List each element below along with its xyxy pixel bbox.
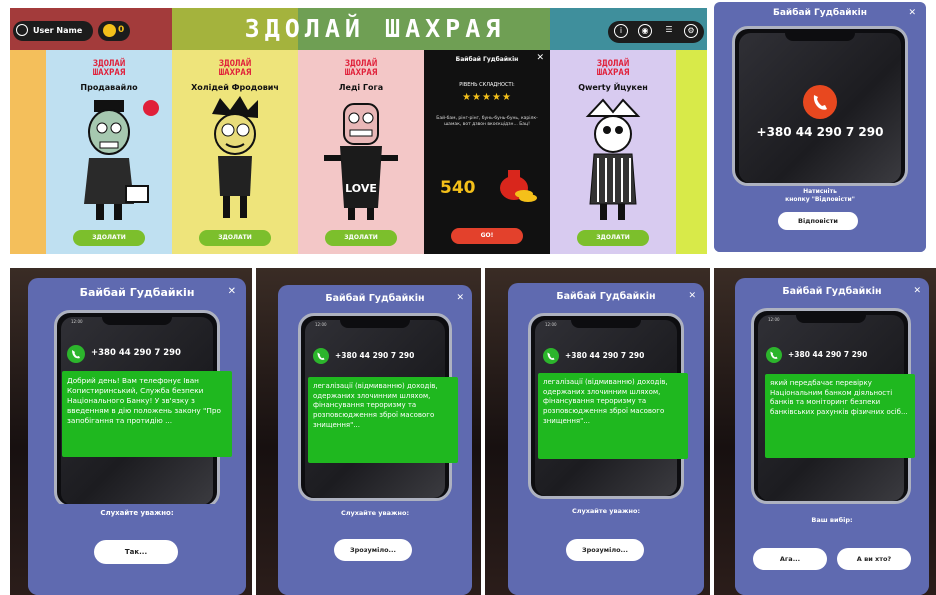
call-popup-4: Байбай Гудбайкін ✕ 12:00 +380 44 290 7 2… — [735, 278, 929, 595]
coin-counter: 0 — [98, 21, 130, 41]
reward-score: 540 — [440, 178, 476, 198]
close-icon[interactable]: ✕ — [536, 53, 544, 63]
character-info-panel: Байбай Гудбайкін ✕ РІВЕНЬ СКЛАДНОСТІ: ★★… — [424, 50, 550, 254]
card-logo: ЗДОЛАЙ ШАХРАЯ — [218, 59, 252, 78]
phone-icon — [766, 347, 782, 363]
incoming-call-popup: Байбай Гудбайкін ✕ +380 44 290 7 290 Нат… — [714, 2, 926, 252]
popup-title: Байбай Гудбайкін — [782, 286, 882, 297]
character-name: Продавайло — [80, 83, 138, 92]
bottom-sheet: Слухайте уважно: Так... — [28, 504, 246, 595]
character-illustration — [84, 100, 149, 220]
call-popup-2: Байбай Гудбайкін ✕ 12:00 +380 44 290 7 2… — [278, 285, 472, 595]
character-illustration — [212, 96, 258, 218]
character-card-1: ЗДОЛАЙ ШАХРАЯ Продавайло ЗДОЛАТИ — [51, 50, 167, 254]
hint-text: Слухайте уважно: — [571, 507, 641, 515]
aha-button[interactable]: Ага... — [753, 548, 827, 570]
sound-icon[interactable]: ◉ — [638, 24, 652, 38]
caller-number: +380 44 290 7 290 — [91, 348, 181, 358]
bottom-sheet: Натисніть кнопку "Відповісти" Відповісти — [714, 186, 926, 252]
phone-ringing-icon — [803, 85, 837, 119]
control-bar: i ◉ ☰ ⚙ — [608, 21, 704, 43]
game-title: ЗДОЛАЙ ШАХРАЯ — [244, 14, 506, 43]
user-profile-button[interactable]: User Name — [13, 21, 93, 41]
phone-icon — [543, 348, 559, 364]
gear-icon[interactable]: ⚙ — [684, 24, 698, 38]
who-are-you-button[interactable]: А ви хто? — [837, 548, 911, 570]
game-screen: ЗДОЛАЙ ШАХРАЯ User Name 0 i ◉ ☰ ⚙ ЗДОЛАЙ… — [10, 8, 707, 254]
yes-button[interactable]: Так... — [94, 540, 178, 564]
character-name: Леді Гога — [338, 83, 384, 92]
close-icon[interactable]: ✕ — [688, 291, 696, 301]
difficulty-label: РІВЕНЬ СКЛАДНОСТІ: — [459, 82, 515, 88]
phone-time: 12:00 — [768, 317, 780, 322]
phone-time: 12:00 — [315, 322, 327, 327]
bottom-sheet: Ваш вибір: Ага... А ви хто? — [735, 504, 929, 595]
popup-title: Байбай Гудбайкін — [325, 293, 425, 304]
popup-title: Байбай Гудбайкін — [79, 286, 195, 299]
money-bag-icon — [500, 170, 537, 202]
message-bubble: легалізації (відмиванню) доходів, одержа… — [538, 373, 688, 459]
phone-frame: +380 44 290 7 290 — [732, 26, 908, 186]
hint-text: Ваш вибір: — [811, 516, 853, 524]
message-bubble: легалізації (відмиванню) доходів, одержа… — [308, 377, 458, 463]
close-icon[interactable]: ✕ — [456, 293, 464, 303]
defeat-button[interactable]: ЗДОЛАТИ — [577, 230, 649, 246]
caller-number: +380 44 290 7 290 — [788, 350, 868, 359]
go-button[interactable]: GO! — [451, 228, 523, 244]
caller-number: +380 44 290 7 290 — [756, 125, 884, 139]
message-bubble: який передбачає перевірку Національним б… — [765, 374, 915, 458]
answer-button[interactable]: Відповісти — [778, 212, 858, 230]
coin-count: 0 — [118, 25, 125, 35]
panel-description: Бай-бам, рінг-рінг, бунь-бунь-бунь, карі… — [436, 116, 538, 127]
panel-title: Байбай Гудбайкін — [455, 56, 519, 63]
user-icon — [16, 24, 28, 36]
caller-number: +380 44 290 7 290 — [335, 351, 415, 360]
coin-icon — [103, 24, 116, 37]
popup-title: Байбай Гудбайкін — [773, 8, 867, 18]
close-icon[interactable]: ✕ — [913, 286, 921, 296]
card-logo: ЗДОЛАЙ ШАХРАЯ — [92, 59, 126, 78]
user-name: User Name — [33, 26, 83, 35]
card-logo: ЗДОЛАЙ ШАХРАЯ — [344, 59, 378, 78]
difficulty-stars: ★★★★★ — [462, 92, 512, 103]
close-icon[interactable]: ✕ — [908, 8, 916, 18]
bottom-sheet: Слухайте уважно: Зрозуміло... — [508, 499, 704, 595]
close-icon[interactable]: ✕ — [228, 286, 236, 297]
hint-text: Слухайте уважно: — [340, 509, 410, 517]
svg-text:LOVE: LOVE — [345, 182, 377, 195]
character-card-3: ЗДОЛАЙ ШАХРАЯ Леді Гога LOVE ЗДОЛАТИ — [303, 50, 419, 254]
info-icon[interactable]: i — [614, 24, 628, 38]
character-card-2: ЗДОЛАЙ ШАХРАЯ Холідей Фродович ЗДОЛАТИ — [177, 50, 293, 254]
character-name: Холідей Фродович — [191, 83, 279, 92]
sliders-icon[interactable]: ☰ — [662, 24, 676, 38]
hint-text: Натисніть кнопку "Відповісти" — [785, 188, 855, 203]
call-popup-1: Байбай Гудбайкін ✕ 12:00 +380 44 290 7 2… — [28, 278, 246, 595]
phone-time: 12:00 — [545, 322, 557, 327]
defeat-button[interactable]: ЗДОЛАТИ — [73, 230, 145, 246]
bottom-sheet: Слухайте уважно: Зрозуміло... — [278, 501, 472, 595]
character-name: Qwerty Йцукен — [578, 83, 648, 92]
phone-icon — [67, 345, 85, 363]
defeat-button[interactable]: ЗДОЛАТИ — [199, 230, 271, 246]
message-bubble: Добрий день! Вам телефонує Іван Копистир… — [62, 371, 232, 457]
phone-icon — [313, 348, 329, 364]
character-illustration — [585, 98, 641, 220]
understood-button[interactable]: Зрозуміло... — [566, 539, 644, 561]
character-card-4: ЗДОЛАЙ ШАХРАЯ Qwerty Йцукен ЗДОЛАТИ — [555, 50, 671, 254]
hint-text: Слухайте уважно: — [100, 509, 174, 517]
card-logo: ЗДОЛАЙ ШАХРАЯ — [596, 59, 630, 78]
caller-number: +380 44 290 7 290 — [565, 351, 645, 360]
character-illustration: LOVE — [324, 103, 398, 220]
popup-title: Байбай Гудбайкін — [556, 291, 656, 302]
call-popup-3: Байбай Гудбайкін ✕ 12:00 +380 44 290 7 2… — [508, 283, 704, 595]
defeat-button[interactable]: ЗДОЛАТИ — [325, 230, 397, 246]
phone-time: 12:00 — [71, 319, 83, 324]
understood-button[interactable]: Зрозуміло... — [334, 539, 412, 561]
